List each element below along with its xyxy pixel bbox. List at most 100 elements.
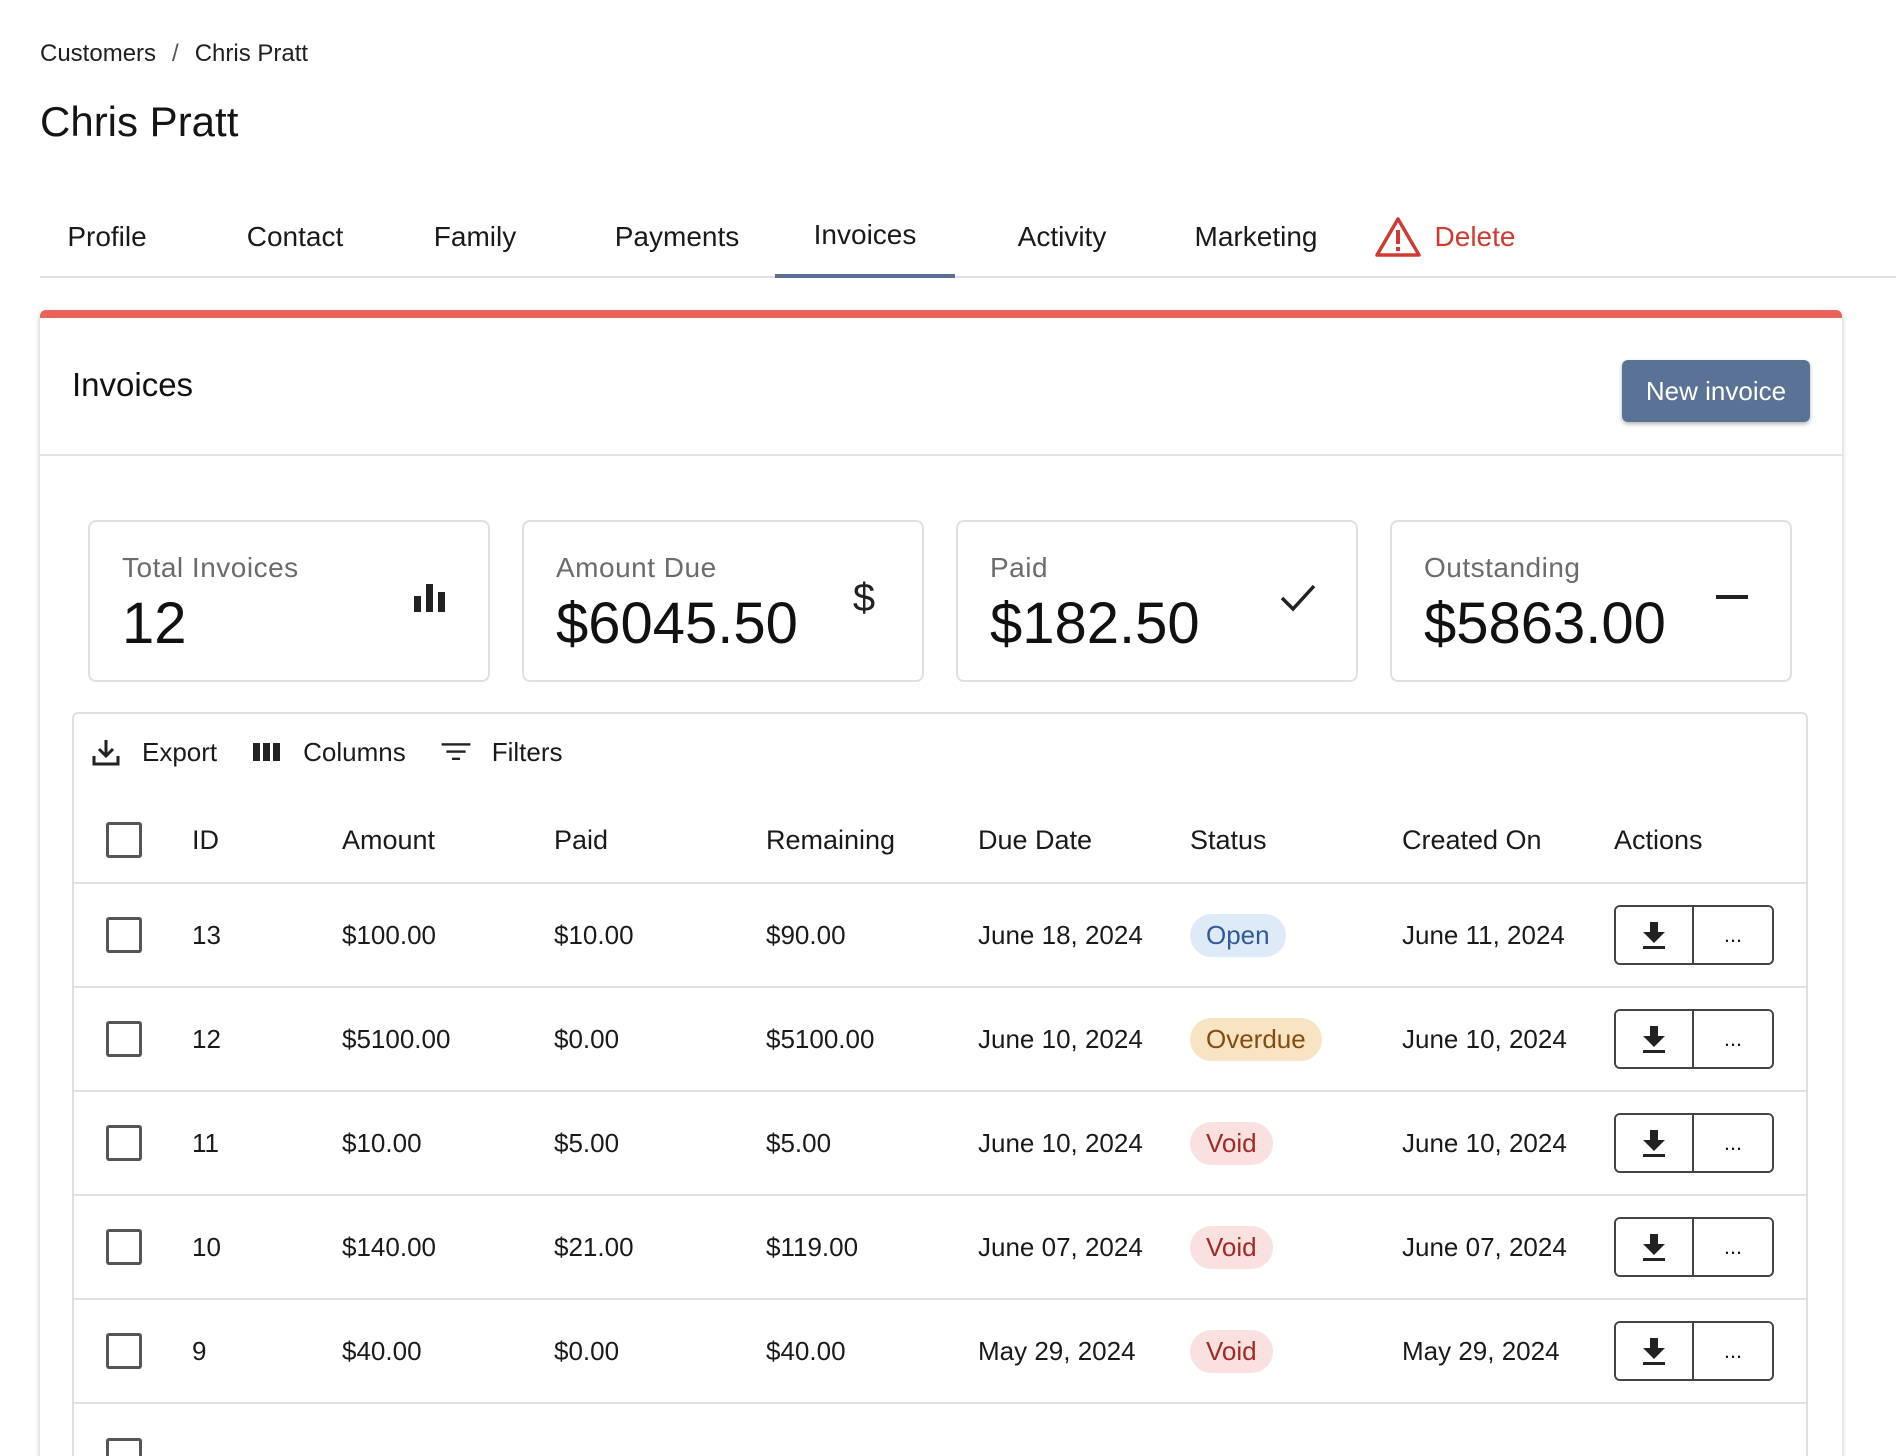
stat-value: $5863.00 — [1424, 591, 1666, 656]
cell-due-date: June 10, 2024 — [978, 1023, 1143, 1054]
grid-toolbar: Export Columns Filters — [90, 736, 563, 768]
svg-text:$: $ — [853, 578, 875, 618]
stat-value: 12 — [122, 591, 187, 656]
cell-due-date: June 18, 2024 — [978, 919, 1143, 950]
cell-remaining: $119.00 — [766, 1231, 859, 1262]
table-row[interactable]: 11 $10.00 $5.00 $5.00 June 10, 2024 Void… — [74, 1092, 1806, 1196]
download-icon — [1643, 1130, 1665, 1157]
cell-remaining: $90.00 — [766, 919, 846, 950]
row-checkbox[interactable] — [106, 1021, 142, 1057]
export-button[interactable]: Export — [90, 736, 217, 768]
tab-profile[interactable]: Profile — [40, 196, 174, 278]
more-actions-button[interactable]: ... — [1694, 1011, 1772, 1067]
cell-created-on: June 10, 2024 — [1402, 1023, 1567, 1054]
tab-invoices[interactable]: Invoices — [775, 196, 955, 278]
download-icon — [1643, 1234, 1665, 1261]
cell-created-on: June 07, 2024 — [1402, 1231, 1567, 1262]
status-badge: Overdue — [1190, 1017, 1322, 1061]
cell-due-date: June 10, 2024 — [978, 1127, 1143, 1158]
table-row[interactable]: 9 $40.00 $0.00 $40.00 May 29, 2024 Void … — [74, 1300, 1806, 1404]
page-title: Chris Pratt — [40, 98, 239, 145]
stat-outstanding: Outstanding $5863.00 — [1390, 520, 1792, 682]
breadcrumb-separator: / — [172, 40, 179, 67]
filters-button[interactable]: Filters — [440, 736, 563, 768]
download-button[interactable] — [1616, 1115, 1694, 1171]
tab-family[interactable]: Family — [408, 196, 542, 278]
breadcrumb-customers-link[interactable]: Customers — [40, 40, 156, 68]
stat-label: Paid — [990, 552, 1049, 583]
stat-value: $182.50 — [990, 591, 1200, 656]
filters-label: Filters — [491, 736, 563, 767]
row-checkbox[interactable] — [106, 1333, 142, 1369]
table-header-row: ID Amount Paid Remaining Due Date Status… — [74, 798, 1806, 884]
status-badge: Void — [1190, 1121, 1273, 1165]
row-checkbox[interactable] — [106, 1438, 142, 1456]
cell-amount: $5100.00 — [342, 1023, 451, 1054]
columns-label: Columns — [303, 736, 406, 767]
tab-delete-label: Delete — [1434, 221, 1516, 252]
download-icon — [1643, 1338, 1665, 1365]
row-actions: ... — [1614, 1113, 1774, 1173]
new-invoice-button[interactable]: New invoice — [1622, 360, 1810, 422]
breadcrumb-current: Chris Pratt — [194, 40, 309, 67]
cell-id: 10 — [192, 1231, 221, 1262]
row-actions: ... — [1614, 1321, 1774, 1381]
cell-remaining: $40.00 — [766, 1335, 846, 1366]
cell-id: 13 — [192, 919, 221, 950]
bar-chart-icon — [414, 584, 445, 612]
column-header-id[interactable]: ID — [192, 798, 219, 882]
download-button[interactable] — [1616, 907, 1694, 963]
row-checkbox[interactable] — [106, 917, 142, 953]
minus-icon — [1716, 595, 1748, 599]
row-actions: ... — [1614, 1009, 1774, 1069]
card-title: Invoices — [72, 366, 194, 403]
dollar-icon: $ — [853, 578, 875, 618]
cell-due-date: June 07, 2024 — [978, 1231, 1143, 1262]
stat-label: Outstanding — [1424, 552, 1581, 583]
more-actions-button[interactable]: ... — [1694, 1115, 1772, 1171]
columns-button[interactable]: Columns — [251, 736, 406, 768]
stat-total-invoices: Total Invoices 12 — [88, 520, 490, 682]
row-actions: ... — [1614, 1217, 1774, 1277]
tab-marketing[interactable]: Marketing — [1160, 196, 1352, 278]
cell-id: 11 — [192, 1127, 219, 1158]
warning-icon — [1374, 217, 1421, 257]
column-header-created-on[interactable]: Created On — [1402, 798, 1542, 882]
tab-delete[interactable]: Delete — [1360, 196, 1530, 278]
download-button[interactable] — [1616, 1219, 1694, 1275]
more-actions-button[interactable]: ... — [1694, 907, 1772, 963]
stat-label: Amount Due — [556, 552, 717, 583]
column-header-actions: Actions — [1614, 824, 1703, 855]
table-row[interactable]: 10 $140.00 $21.00 $119.00 June 07, 2024 … — [74, 1196, 1806, 1300]
select-all-checkbox[interactable] — [106, 822, 142, 858]
column-header-amount[interactable]: Amount — [342, 798, 435, 882]
tab-payments[interactable]: Payments — [582, 196, 772, 278]
row-checkbox[interactable] — [106, 1229, 142, 1265]
invoices-table: Export Columns Filters ID Amount Paid Re… — [72, 712, 1808, 1456]
stat-paid: Paid $182.50 — [956, 520, 1358, 682]
status-badge: Void — [1190, 1225, 1273, 1269]
cell-remaining: $5.00 — [766, 1127, 832, 1158]
column-header-paid[interactable]: Paid — [554, 798, 608, 882]
column-header-remaining[interactable]: Remaining — [766, 798, 895, 882]
table-row[interactable]: 13 $100.00 $10.00 $90.00 June 18, 2024 O… — [74, 884, 1806, 988]
download-button[interactable] — [1616, 1011, 1694, 1067]
tab-contact[interactable]: Contact — [220, 196, 370, 278]
row-checkbox[interactable] — [106, 1125, 142, 1161]
table-row[interactable] — [74, 1404, 1806, 1456]
cell-created-on: May 29, 2024 — [1402, 1335, 1560, 1366]
cell-created-on: June 11, 2024 — [1402, 919, 1565, 950]
table-row[interactable]: 12 $5100.00 $0.00 $5100.00 June 10, 2024… — [74, 988, 1806, 1092]
more-actions-button[interactable]: ... — [1694, 1323, 1772, 1379]
column-header-status[interactable]: Status — [1190, 798, 1267, 882]
column-header-due-date[interactable]: Due Date — [978, 798, 1092, 882]
cell-remaining: $5100.00 — [766, 1023, 875, 1054]
download-button[interactable] — [1616, 1323, 1694, 1379]
export-label: Export — [142, 736, 218, 767]
cell-due-date: May 29, 2024 — [978, 1335, 1136, 1366]
more-actions-button[interactable]: ... — [1694, 1219, 1772, 1275]
cell-amount: $10.00 — [342, 1127, 422, 1158]
cell-amount: $140.00 — [342, 1231, 436, 1262]
cell-paid: $0.00 — [554, 1023, 620, 1054]
tab-activity[interactable]: Activity — [980, 196, 1144, 278]
